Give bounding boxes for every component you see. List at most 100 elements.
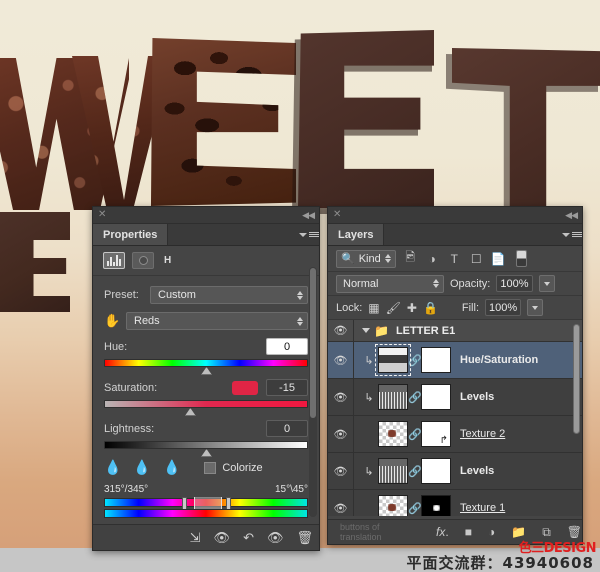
colorize-control[interactable]: Colorize	[204, 461, 263, 474]
adjustment-thumb-icon	[375, 344, 411, 376]
panel-menu-icon[interactable]	[299, 224, 319, 245]
blend-mode-row: Normal Opacity: 100%	[328, 272, 582, 296]
layer-mask-thumbnail[interactable]	[421, 458, 451, 484]
link-icon[interactable]: 🔗	[408, 465, 422, 478]
layer-mask-thumbnail[interactable]	[421, 347, 451, 373]
delete-icon[interactable]: 🗑	[296, 530, 313, 546]
blend-mode-select[interactable]: Normal	[336, 274, 444, 293]
lightness-slider-track[interactable]	[104, 441, 308, 457]
menu-lines-icon	[309, 232, 319, 237]
watermark-text: 平面交流群：43940608	[406, 554, 594, 572]
preset-row: Preset: Custom	[104, 286, 308, 304]
tab-layers[interactable]: Layers	[328, 224, 385, 245]
add-mask-icon[interactable]: ■	[465, 525, 472, 539]
table-row[interactable]: 👁 ↳ 🔗 Hue/Saturation	[328, 342, 582, 379]
fill-dropdown-icon[interactable]	[527, 299, 544, 316]
smart-object-thumbnail[interactable]	[421, 421, 451, 447]
collapse-icon[interactable]: ◀◀	[302, 210, 315, 221]
opacity-dropdown-icon[interactable]	[538, 275, 555, 292]
layers-tabbar: Layers	[328, 224, 582, 246]
hue-value-field[interactable]: 0	[266, 338, 308, 355]
lock-all-icon[interactable]: 🔒	[423, 301, 438, 315]
toggle-visibility-icon[interactable]: 👁	[267, 530, 284, 546]
adjustment-filter-icon[interactable]: ◑	[425, 252, 440, 266]
new-fill-adjustment-icon[interactable]: ◑	[488, 525, 495, 539]
eyedropper-icon[interactable]: 💧	[104, 459, 121, 476]
shape-filter-icon[interactable]: ☐	[469, 252, 484, 266]
hue-label: Hue:	[104, 340, 128, 353]
eye-icon[interactable]: 👁	[328, 342, 354, 378]
layer-row-group[interactable]: 👁 📁 LETTER E1	[328, 320, 582, 342]
layer-thumbnail[interactable]	[378, 458, 408, 484]
layers-list[interactable]: 👁 📁 LETTER E1 👁 ↳ 🔗 Hue/Saturation 👁 ↳ 🔗	[328, 320, 582, 516]
clip-to-layer-icon[interactable]: ⇲	[190, 530, 201, 546]
hue-slider-track[interactable]	[104, 359, 308, 375]
table-row[interactable]: 👁 ↳ 🔗 Levels	[328, 379, 582, 416]
layer-style-fx-icon[interactable]: fx.	[436, 525, 449, 539]
channel-select[interactable]: Reds	[126, 312, 308, 330]
link-icon[interactable]: 🔗	[408, 354, 422, 367]
saturation-value-field[interactable]: -15	[266, 379, 308, 396]
collapse-icon[interactable]: ◀◀	[565, 210, 578, 221]
layer-filter-kind-label: Kind	[358, 252, 381, 265]
preset-select[interactable]: Custom	[150, 286, 308, 304]
properties-panel[interactable]: ✕ ◀◀ Properties H Preset: Custom ✋ Reds …	[92, 206, 320, 551]
layers-scrollbar[interactable]	[572, 324, 581, 512]
eye-icon[interactable]: 👁	[328, 490, 354, 516]
close-icon[interactable]: ✕	[98, 210, 106, 220]
hue-range-strip-bottom	[104, 509, 308, 518]
lock-image-icon[interactable]: 🖌	[386, 301, 401, 315]
chevron-down-icon[interactable]	[362, 328, 370, 333]
pixel-filter-icon[interactable]: 🖻	[403, 248, 418, 269]
layers-panel[interactable]: ✕ ◀◀ Layers 🔍 Kind 🖻 ◑ T ☐ 📄 Normal Opac…	[327, 206, 583, 545]
properties-body: Preset: Custom ✋ Reds Hue: 0 Saturation:…	[93, 276, 319, 518]
lock-position-icon[interactable]: ✚	[407, 301, 417, 315]
eye-icon[interactable]: 👁	[328, 320, 354, 341]
fill-spinner-icon	[532, 305, 539, 310]
view-previous-state-icon[interactable]: 👁	[214, 530, 231, 546]
saturation-slider-head: Saturation: -15	[104, 379, 308, 396]
reset-icon[interactable]: ↶	[243, 530, 254, 546]
hand-icon[interactable]: ✋	[104, 313, 126, 329]
fill-value-field[interactable]: 100%	[485, 299, 522, 316]
lock-label: Lock:	[336, 301, 363, 314]
table-row[interactable]: 👁 ↳ 🔗 Levels	[328, 453, 582, 490]
layer-thumbnail[interactable]	[378, 495, 408, 516]
smart-object-filter-icon[interactable]: 📄	[491, 252, 506, 266]
type-filter-icon[interactable]: T	[447, 252, 462, 266]
saturation-slider-knob[interactable]	[184, 408, 196, 416]
lock-transparency-icon[interactable]: ▦	[368, 301, 379, 315]
lightness-value-field[interactable]: 0	[266, 420, 308, 437]
layer-thumbnail[interactable]	[375, 344, 411, 376]
layer-thumbnail[interactable]	[378, 384, 408, 410]
link-icon[interactable]: 🔗	[408, 502, 422, 515]
filter-toggle-icon[interactable]	[515, 250, 527, 267]
eye-icon[interactable]: 👁	[328, 416, 354, 452]
tab-properties[interactable]: Properties	[93, 224, 169, 245]
tab-properties-label: Properties	[103, 228, 158, 241]
mask-thumb-icon[interactable]	[132, 252, 154, 269]
table-row[interactable]: 👁 🔗 Texture 1	[328, 490, 582, 516]
table-row[interactable]: 👁 🔗 Texture 2	[328, 416, 582, 453]
close-icon[interactable]: ✕	[333, 210, 341, 220]
eyedropper-row: 💧 💧 💧 Colorize	[104, 459, 308, 476]
adjustment-thumb-icon[interactable]	[103, 252, 125, 269]
eye-icon[interactable]: 👁	[328, 379, 354, 415]
saturation-slider-track[interactable]	[104, 400, 308, 416]
properties-scrollbar[interactable]	[309, 267, 317, 517]
hue-slider-knob[interactable]	[201, 367, 212, 375]
eyedropper-subtract-icon[interactable]: 💧	[163, 459, 180, 476]
lightness-slider-knob[interactable]	[201, 449, 212, 457]
eyedropper-add-icon[interactable]: 💧	[133, 459, 150, 476]
opacity-value-field[interactable]: 100%	[496, 275, 533, 292]
layer-mask-thumbnail[interactable]	[421, 384, 451, 410]
link-icon[interactable]: 🔗	[408, 428, 422, 441]
colorize-checkbox[interactable]	[204, 461, 217, 474]
panel-menu-icon[interactable]	[562, 224, 582, 245]
hue-range-strip-top[interactable]	[104, 497, 308, 510]
layer-thumbnail[interactable]	[378, 421, 408, 447]
link-icon[interactable]: 🔗	[408, 391, 422, 404]
layer-filter-kind-select[interactable]: 🔍 Kind	[336, 249, 396, 268]
eye-icon[interactable]: 👁	[328, 453, 354, 489]
layer-mask-thumbnail[interactable]	[421, 495, 451, 516]
